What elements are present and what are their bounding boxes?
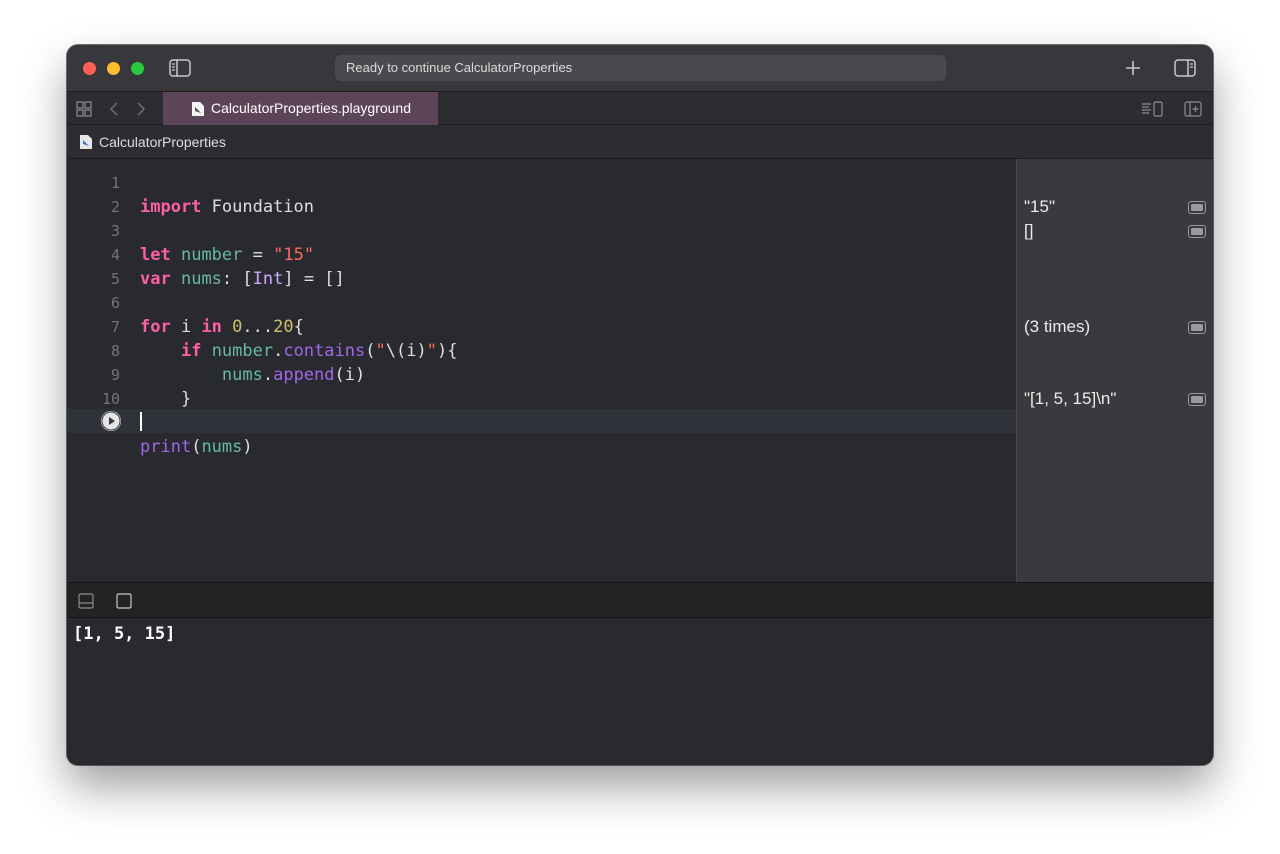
code-editor[interactable]: 1 import Foundation 2 3 let number = "15…	[67, 159, 1016, 582]
title-bar: Ready to continue CalculatorProperties	[67, 45, 1213, 91]
code-line: 11 print(nums)	[67, 387, 1016, 457]
plus-icon[interactable]	[1125, 60, 1141, 76]
grid-icon[interactable]	[76, 101, 92, 117]
result-value: []	[1024, 221, 1034, 240]
activity-status: Ready to continue CalculatorProperties	[335, 55, 946, 81]
code-line: 5	[67, 243, 1016, 288]
run-button[interactable]	[101, 411, 121, 431]
code-line: 10 }	[67, 363, 1016, 433]
editor-options-icon[interactable]	[1141, 101, 1163, 117]
result-value: "[1, 5, 15]\n"	[1024, 389, 1117, 408]
forward-chevron-icon[interactable]	[135, 101, 147, 117]
back-chevron-icon[interactable]	[108, 101, 120, 117]
quick-look-icon[interactable]	[1188, 321, 1206, 334]
swift-file-icon	[80, 135, 92, 149]
text-cursor	[140, 412, 142, 431]
code-line: 2	[67, 171, 1016, 216]
zoom-window-button[interactable]	[131, 62, 144, 75]
sidebar-toggle-icon[interactable]	[169, 59, 191, 77]
quick-look-icon[interactable]	[1188, 201, 1206, 214]
console-area[interactable]: [1, 5, 15]	[67, 618, 1213, 765]
result-value: "15"	[1024, 197, 1055, 216]
add-editor-icon[interactable]	[1184, 101, 1202, 117]
current-line[interactable]	[67, 409, 1016, 433]
close-window-button[interactable]	[83, 62, 96, 75]
inspector-toggle-icon[interactable]	[1174, 59, 1196, 77]
console-output: [1, 5, 15]	[73, 624, 176, 644]
hide-debug-area-icon[interactable]	[78, 593, 94, 609]
code-text: print(nums)	[140, 437, 253, 457]
code-line: 9 }	[67, 339, 1016, 409]
run-icon	[101, 411, 121, 431]
code-line: 1 import Foundation	[67, 159, 1016, 217]
result-value: (3 times)	[1024, 317, 1091, 336]
swift-file-icon	[192, 102, 204, 116]
code-line: 4 var nums: [Int] = []	[67, 219, 1016, 289]
code-line: 7 if number.contains("\(i)"){	[67, 291, 1016, 361]
tab-bar: CalculatorProperties.playground	[67, 91, 1213, 125]
minimize-window-button[interactable]	[107, 62, 120, 75]
console-toggle-icon[interactable]	[116, 593, 132, 609]
breadcrumb[interactable]: CalculatorProperties	[99, 125, 226, 159]
debug-bar	[67, 582, 1213, 618]
tab-label: CalculatorProperties.playground	[211, 100, 411, 116]
quick-look-icon[interactable]	[1188, 393, 1206, 406]
results-sidebar: "15" [] (3 times) "[1, 5, 15]\n"	[1016, 159, 1213, 582]
jump-bar: CalculatorProperties	[67, 125, 1213, 159]
code-line: 8 nums.append(i)	[67, 315, 1016, 385]
xcode-window: Ready to continue CalculatorProperties C…	[67, 45, 1213, 765]
quick-look-icon[interactable]	[1188, 225, 1206, 238]
tab-playground[interactable]: CalculatorProperties.playground	[163, 92, 438, 125]
code-line: 6 for i in 0...20{	[67, 267, 1016, 337]
code-line: 3 let number = "15"	[67, 195, 1016, 265]
